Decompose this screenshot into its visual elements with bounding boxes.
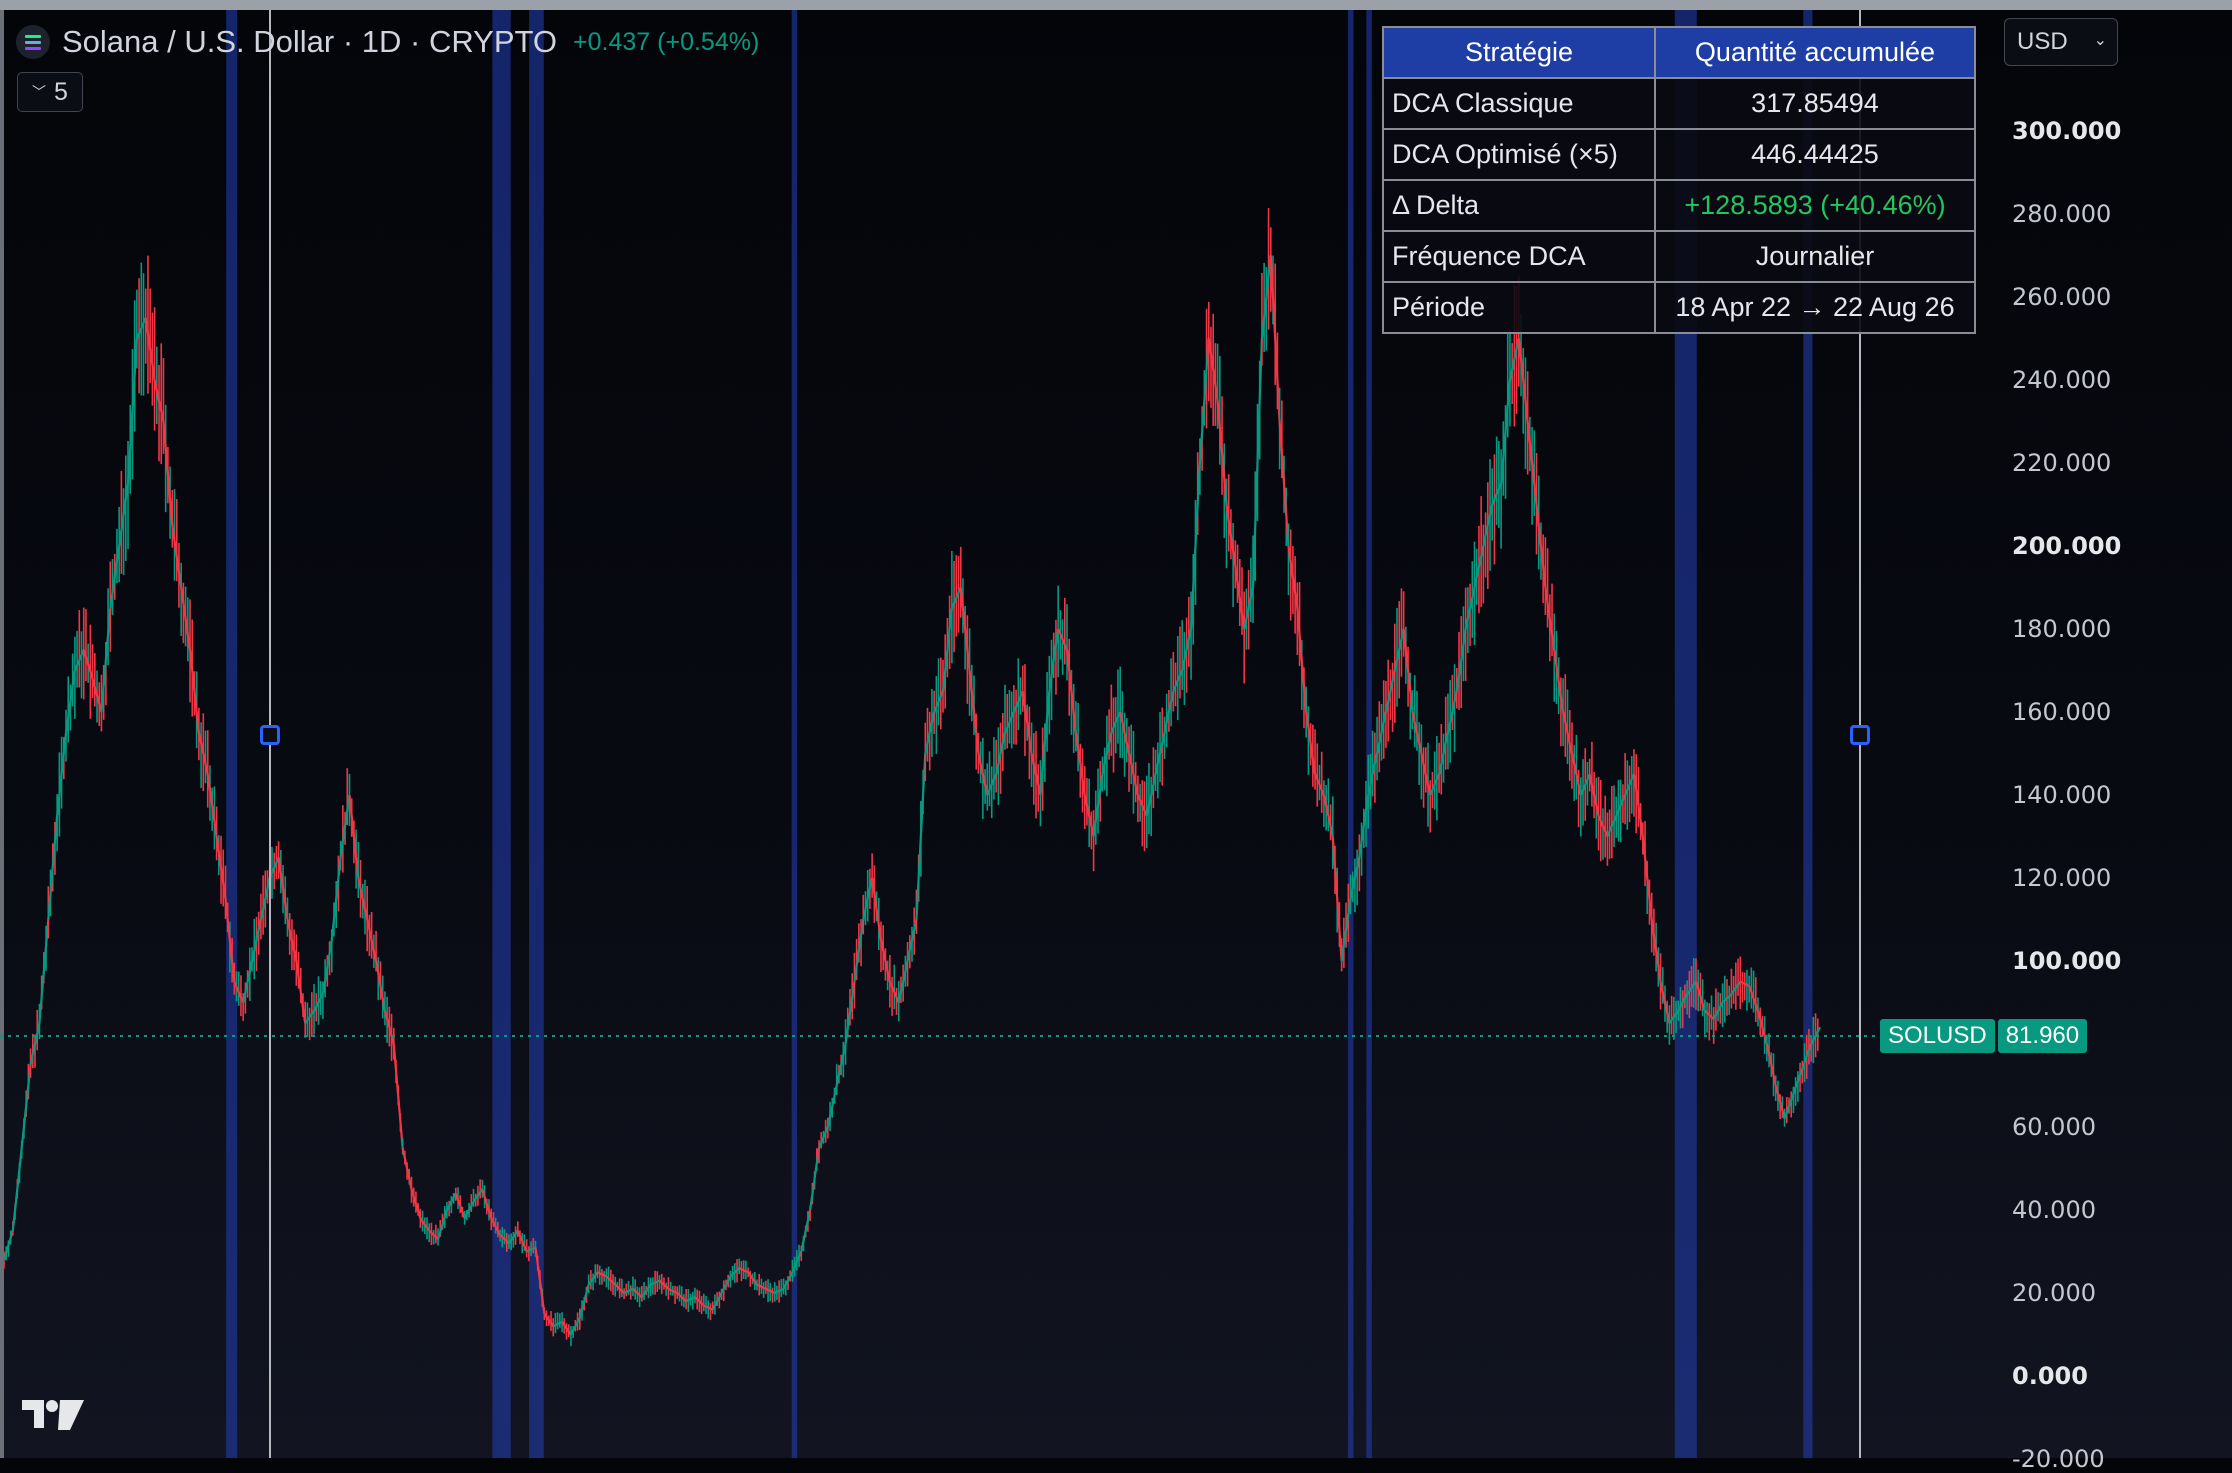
currency-select[interactable]: USD ⌄ — [2004, 18, 2118, 66]
dca-results-table: Stratégie Quantité accumulée DCA Classiq… — [1382, 26, 1976, 334]
y-tick-label: 20.000 — [2012, 1279, 2096, 1307]
price-segment — [1331, 836, 1343, 962]
range-start-handle[interactable] — [260, 725, 280, 745]
y-tick-label: 60.000 — [2012, 1113, 2096, 1141]
symbol-title[interactable]: Solana / U.S. Dollar · 1D · CRYPTO — [62, 24, 557, 60]
price-segment — [1251, 338, 1264, 588]
price-tag-symbol: SOLUSD — [1880, 1019, 1995, 1053]
price-segment — [1756, 1010, 1768, 1045]
price-segment — [826, 1085, 838, 1128]
signal-band-2 — [529, 10, 544, 1458]
row-value: 446.44425 — [1654, 128, 1976, 181]
row-label: Δ Delta — [1382, 179, 1656, 232]
signal-band-5 — [1366, 10, 1372, 1458]
y-tick-label: 220.000 — [2012, 449, 2112, 477]
indicator-count: 5 — [54, 77, 68, 106]
row-value: 317.85494 — [1654, 77, 1976, 130]
row-label: DCA Optimisé (×5) — [1382, 128, 1656, 181]
price-segment — [348, 794, 360, 879]
y-tick-label: 300.000 — [2012, 117, 2122, 145]
chart-header: Solana / U.S. Dollar · 1D · CRYPTO +0.43… — [16, 20, 759, 64]
price-segment — [11, 1147, 23, 1231]
price-segment — [835, 1043, 847, 1086]
signal-band-0 — [226, 10, 238, 1458]
row-value: Journalier — [1654, 230, 1976, 283]
table-header-row: Stratégie Quantité accumulée — [1382, 26, 1976, 79]
price-segment — [1765, 1043, 1777, 1086]
y-tick-label: 140.000 — [2012, 781, 2112, 809]
y-tick-label: 240.000 — [2012, 366, 2112, 394]
last-price-tag: SOLUSD 81.960 — [1880, 1019, 2088, 1053]
chevron-down-icon: ﹀ — [32, 84, 47, 100]
y-tick-label: -20.000 — [2012, 1445, 2105, 1473]
y-tick-label: 260.000 — [2012, 283, 2112, 311]
row-label: Fréquence DCA — [1382, 230, 1656, 283]
price-segment — [339, 794, 351, 858]
price-segment — [38, 919, 50, 1024]
row-value-delta: +128.5893 (+40.46%) — [1654, 179, 1976, 232]
price-segment — [800, 1209, 812, 1252]
price-change: +0.437 (+0.54%) — [573, 27, 760, 56]
y-tick-label: 100.000 — [2012, 947, 2122, 975]
y-tick-label: 0.000 — [2012, 1362, 2088, 1390]
chevron-down-icon: ⌄ — [2093, 32, 2107, 49]
solana-icon — [16, 25, 50, 59]
price-segment — [47, 815, 59, 920]
y-tick-label: 120.000 — [2012, 864, 2112, 892]
y-tick-label: 40.000 — [2012, 1196, 2096, 1224]
y-tick-label: 200.000 — [2012, 532, 2122, 560]
price-segment — [162, 421, 174, 526]
header-quantity: Quantité accumulée — [1654, 26, 1976, 79]
price-segment — [1278, 421, 1290, 547]
tradingview-logo[interactable] — [22, 1398, 84, 1432]
price-segment — [915, 753, 927, 920]
price-segment — [20, 1064, 32, 1148]
price-segment — [817, 1126, 829, 1149]
currency-value: USD — [2017, 28, 2068, 55]
price-series — [2, 208, 1821, 1347]
price-segment — [578, 1284, 590, 1319]
range-end-handle[interactable] — [1850, 725, 1870, 745]
y-tick-label: 180.000 — [2012, 615, 2112, 643]
row-value: 18 Apr 22 → 22 Aug 26 — [1654, 281, 1976, 334]
table-row: DCA Classique 317.85494 — [1382, 77, 1976, 130]
y-tick-label: 280.000 — [2012, 200, 2112, 228]
table-row: Période 18 Apr 22 → 22 Aug 26 — [1382, 281, 1976, 334]
price-tag-value: 81.960 — [1997, 1019, 2088, 1053]
table-row: Δ Delta +128.5893 (+40.46%) — [1382, 179, 1976, 232]
signal-band-3 — [791, 10, 798, 1458]
price-segment — [871, 877, 883, 941]
price-segment — [1198, 338, 1210, 464]
price-segment — [720, 1275, 732, 1294]
row-label: Période — [1382, 281, 1656, 334]
header-strategy: Stratégie — [1382, 26, 1656, 79]
price-segment — [1021, 691, 1033, 754]
price-segment — [392, 1043, 404, 1148]
signal-band-4 — [1347, 10, 1354, 1458]
table-row: Fréquence DCA Journalier — [1382, 230, 1976, 283]
row-label: DCA Classique — [1382, 77, 1656, 130]
y-tick-label: 160.000 — [2012, 698, 2112, 726]
indicator-toggle-button[interactable]: ﹀ 5 — [17, 72, 83, 112]
table-row: DCA Optimisé (×5) 446.44425 — [1382, 128, 1976, 181]
price-segment — [809, 1147, 821, 1211]
price-segment — [401, 1147, 413, 1190]
price-segment — [188, 649, 200, 733]
